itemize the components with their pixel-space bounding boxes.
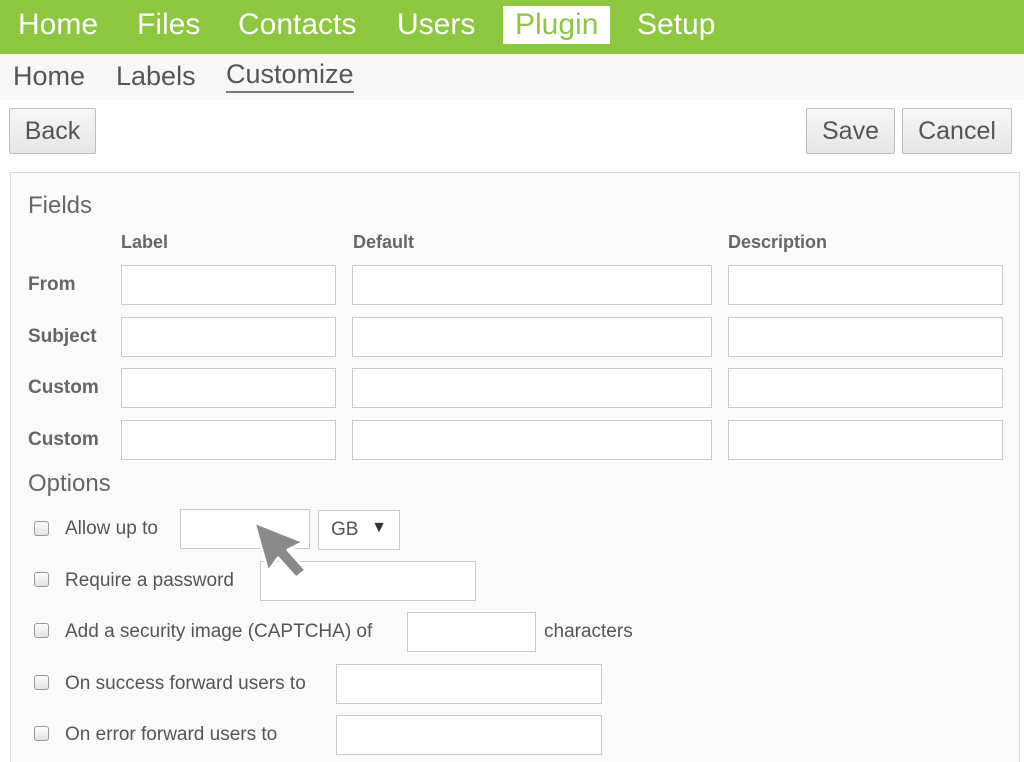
require-password-label: Require a password (65, 570, 234, 591)
custom-2-description-input[interactable] (728, 420, 1003, 460)
subnav-item-labels[interactable]: Labels (116, 58, 196, 94)
from-description-input[interactable] (728, 265, 1003, 305)
custom-2-label-input[interactable] (121, 420, 336, 460)
column-header-label: Label (121, 232, 169, 252)
subnav-item-home[interactable]: Home (13, 58, 85, 94)
back-button[interactable]: Back (9, 108, 96, 154)
row-label-custom-2: Custom (28, 429, 99, 450)
row-label-custom-1: Custom (28, 377, 99, 398)
options-section-title: Options (28, 470, 111, 497)
topnav-item-users[interactable]: Users (397, 6, 475, 44)
error-forward-label: On error forward users to (65, 724, 278, 745)
from-label-input[interactable] (121, 265, 336, 305)
row-label-from: From (28, 274, 76, 295)
column-header-default: Default (353, 232, 415, 252)
subject-default-input[interactable] (352, 317, 712, 357)
captcha-suffix-label: characters (544, 621, 633, 642)
success-forward-checkbox[interactable] (34, 675, 49, 690)
topnav-item-home[interactable]: Home (18, 6, 98, 44)
error-forward-checkbox[interactable] (34, 726, 49, 741)
row-label-subject: Subject (28, 326, 97, 347)
topnav-item-setup[interactable]: Setup (637, 6, 715, 44)
save-button[interactable]: Save (806, 108, 895, 154)
captcha-label: Add a security image (CAPTCHA) of (65, 621, 373, 642)
sub-nav: Home Labels Customize (0, 54, 1024, 100)
success-url-input[interactable] (336, 664, 602, 704)
subject-description-input[interactable] (728, 317, 1003, 357)
custom-1-label-input[interactable] (121, 368, 336, 408)
column-header-description: Description (728, 232, 828, 252)
allow-up-to-checkbox[interactable] (34, 521, 49, 536)
subnav-item-customize[interactable]: Customize (226, 58, 354, 93)
from-default-input[interactable] (352, 265, 712, 305)
custom-1-default-input[interactable] (352, 368, 712, 408)
subject-label-input[interactable] (121, 317, 336, 357)
top-nav: Home Files Contacts Users Plugin Setup (0, 0, 1024, 54)
size-unit-select[interactable]: GB ▼ (318, 510, 400, 550)
mouse-pointer-icon (252, 520, 308, 580)
fields-section-title: Fields (28, 192, 93, 219)
captcha-length-input[interactable] (407, 612, 536, 652)
cancel-button[interactable]: Cancel (902, 108, 1012, 154)
error-url-input[interactable] (336, 715, 602, 755)
require-password-checkbox[interactable] (34, 572, 49, 587)
topnav-item-contacts[interactable]: Contacts (238, 6, 356, 44)
topnav-item-files[interactable]: Files (137, 6, 200, 44)
triangle-down-icon: ▼ (371, 519, 387, 536)
custom-2-default-input[interactable] (352, 420, 712, 460)
topnav-item-plugin[interactable]: Plugin (503, 6, 611, 44)
allow-up-to-label: Allow up to (65, 518, 158, 539)
captcha-checkbox[interactable] (34, 623, 49, 638)
success-forward-label: On success forward users to (65, 673, 306, 694)
size-unit-value: GB (331, 519, 359, 540)
custom-1-description-input[interactable] (728, 368, 1003, 408)
